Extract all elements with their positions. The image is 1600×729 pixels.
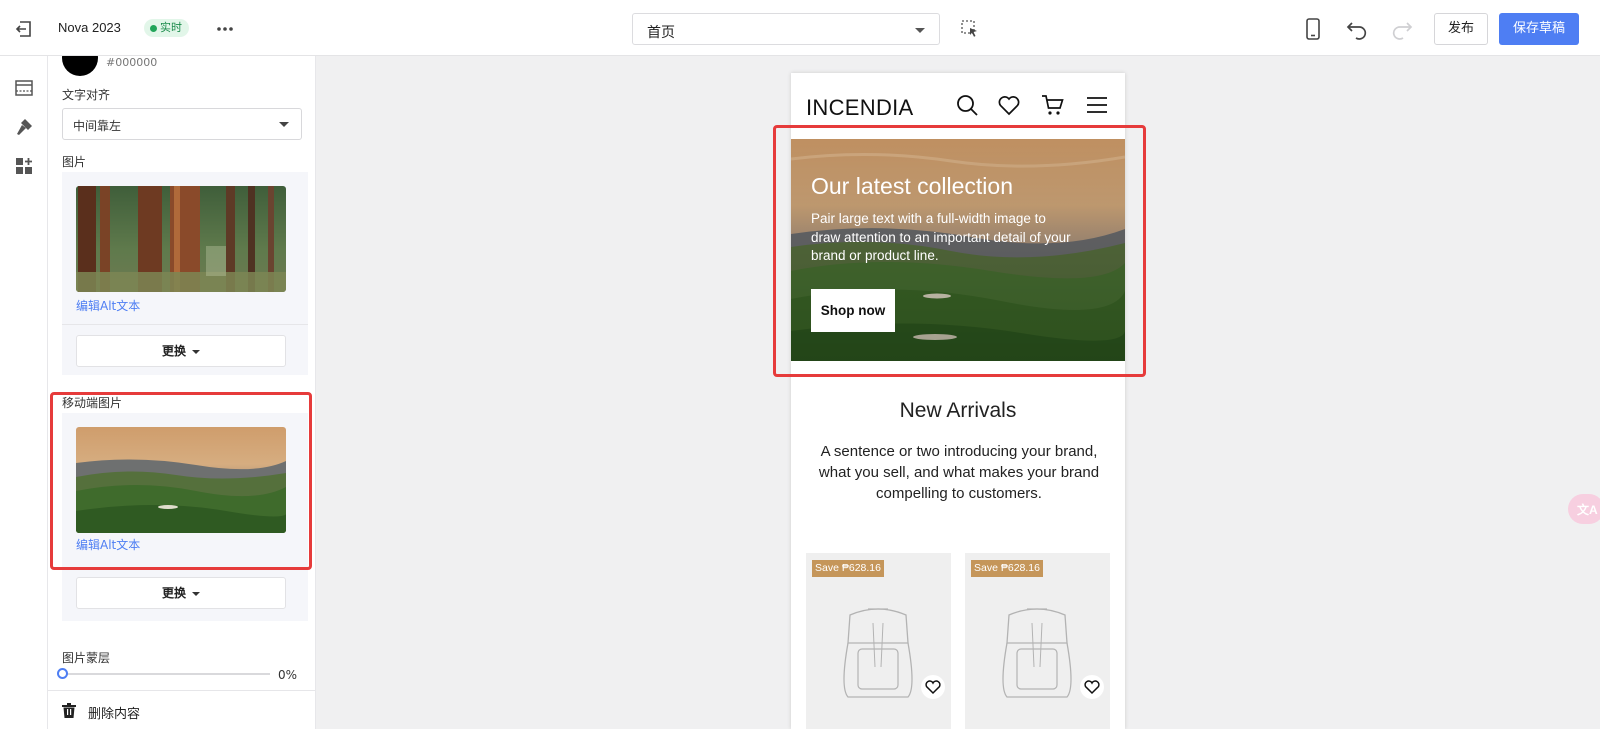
translate-label: 文A <box>1577 503 1598 517</box>
redo-icon[interactable] <box>1390 17 1414 41</box>
replace-label: 更换 <box>161 344 186 358</box>
top-bar: Nova 2023 实时 首页 发布 保存草稿 <box>0 0 1600 56</box>
image-thumbnail[interactable] <box>76 186 286 292</box>
save-draft-button[interactable]: 保存草稿 <box>1499 13 1579 45</box>
live-dot-icon <box>150 24 157 32</box>
icon-rail <box>0 56 48 729</box>
overlay-label: 图片蒙层 <box>62 651 111 665</box>
more-icon[interactable] <box>214 18 236 40</box>
save-badge: Save ₱628.16 <box>812 560 884 577</box>
translate-button[interactable]: 文A <box>1568 494 1600 524</box>
color-hex: #000000 <box>106 56 158 69</box>
image-card: 编辑Alt文本 <box>62 172 308 324</box>
chevron-down-icon <box>192 349 200 354</box>
backpack-placeholder-icon <box>843 608 913 698</box>
mobile-view-icon[interactable] <box>1302 17 1324 41</box>
trash-icon <box>62 703 76 718</box>
store-name: Nova 2023 <box>58 20 121 35</box>
backpack-placeholder-icon <box>1002 608 1072 698</box>
cart-icon[interactable] <box>1041 93 1065 117</box>
live-badge: 实时 <box>144 19 189 37</box>
sections-icon[interactable] <box>14 78 34 98</box>
select-element-icon[interactable] <box>960 19 980 39</box>
page-select-value: 首页 <box>647 24 675 40</box>
new-arrivals-title: New Arrivals <box>899 399 1017 422</box>
wishlist-button[interactable] <box>1080 675 1104 699</box>
mobile-replace-image-button[interactable]: 更换 <box>76 577 286 609</box>
hero-highlight <box>773 125 1146 377</box>
mobile-replace-label: 更换 <box>161 586 186 600</box>
product-card[interactable]: Save ₱628.16 <box>806 553 951 729</box>
heart-icon <box>1084 680 1100 695</box>
theme-style-icon[interactable] <box>14 117 34 137</box>
undo-icon[interactable] <box>1345 17 1369 41</box>
menu-icon[interactable] <box>1085 93 1109 117</box>
apps-icon[interactable] <box>14 156 34 176</box>
delete-content-button[interactable]: 删除内容 <box>48 690 315 729</box>
overlay-slider-track[interactable] <box>62 673 270 675</box>
heart-icon <box>925 680 941 695</box>
replace-image-button[interactable]: 更换 <box>76 335 286 367</box>
wishlist-button[interactable] <box>921 675 945 699</box>
overlay-value: 0% <box>278 668 298 682</box>
exit-icon[interactable] <box>14 18 36 40</box>
heart-icon[interactable] <box>997 93 1021 117</box>
overlay-slider-thumb[interactable] <box>57 668 68 679</box>
text-align-label: 文字对齐 <box>62 88 111 102</box>
search-icon[interactable] <box>955 93 979 117</box>
chevron-down-icon <box>192 591 200 596</box>
save-badge: Save ₱628.16 <box>971 560 1043 577</box>
text-align-value: 中间靠左 <box>73 119 122 133</box>
mobile-replace-card: 更换 <box>62 563 308 621</box>
delete-content-label: 删除内容 <box>88 707 141 722</box>
text-align-select[interactable]: 中间靠左 <box>62 108 302 140</box>
color-swatch[interactable] <box>62 56 98 76</box>
page-select[interactable]: 首页 <box>632 13 940 45</box>
image-label: 图片 <box>62 155 87 169</box>
chevron-down-icon <box>279 122 289 127</box>
product-card[interactable]: Save ₱628.16 <box>965 553 1110 729</box>
edit-alt-text-link[interactable]: 编辑Alt文本 <box>76 297 140 314</box>
replace-card: 更换 <box>62 325 308 375</box>
new-arrivals-text: A sentence or two introducing your brand… <box>818 443 1100 502</box>
mobile-image-highlight <box>50 392 312 570</box>
live-badge-label: 实时 <box>160 22 182 34</box>
publish-button[interactable]: 发布 <box>1434 13 1488 45</box>
store-logo[interactable]: INCENDIA <box>806 95 914 121</box>
chevron-down-icon <box>915 28 925 33</box>
